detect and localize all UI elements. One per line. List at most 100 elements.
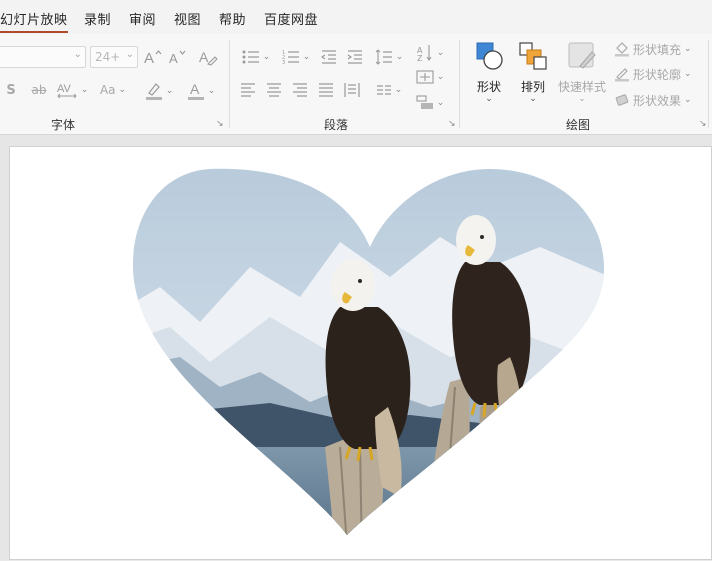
decrease-indent-icon	[321, 50, 336, 64]
justify-icon	[319, 83, 333, 97]
clear-formatting-icon: A	[199, 49, 218, 66]
convert-to-smartart-button[interactable]: ⌄	[414, 92, 446, 114]
shape-fill-button[interactable]: 形状填充 ⌄	[614, 40, 692, 58]
heart-shaped-eagle-picture[interactable]	[10, 147, 712, 561]
paragraph-group-label: 段落	[324, 118, 349, 132]
svg-text:A: A	[169, 51, 178, 66]
decrease-font-icon: A	[169, 50, 186, 66]
columns-button[interactable]: ⌄	[372, 80, 406, 100]
chevron-down-icon: ⌄	[302, 52, 311, 62]
chevron-down-icon: ⌄	[436, 98, 445, 108]
align-left-button[interactable]	[239, 80, 257, 100]
align-text-icon	[416, 70, 434, 84]
chevron-down-icon: ⌄	[436, 72, 445, 82]
chevron-down-icon: ⌄	[395, 52, 404, 62]
increase-font-size-button[interactable]: A	[143, 46, 163, 68]
increase-font-icon: A	[144, 50, 162, 66]
drawing-dialog-launcher-icon[interactable]: ↘	[699, 120, 707, 129]
character-spacing-button[interactable]: AV ⌄	[55, 80, 89, 100]
group-divider	[708, 40, 709, 128]
quick-styles-icon	[568, 42, 596, 69]
pen-outline-icon	[615, 68, 629, 82]
highlighter-icon	[145, 83, 162, 100]
distributed-icon	[344, 83, 360, 97]
chevron-down-icon: ⌄	[394, 85, 403, 95]
chevron-down-icon: ⌄	[165, 86, 174, 96]
highlight-color-button[interactable]: ⌄	[142, 80, 176, 102]
tab-help[interactable]: 帮助	[219, 9, 246, 28]
character-spacing-icon: AV	[57, 83, 77, 99]
justify-button[interactable]	[317, 80, 335, 100]
font-color-icon: A	[187, 81, 204, 100]
tab-review[interactable]: 审阅	[129, 9, 156, 28]
align-left-icon	[241, 83, 255, 97]
slide-canvas[interactable]	[9, 146, 712, 560]
group-divider	[459, 40, 460, 128]
font-group-label: 字体	[51, 118, 76, 132]
text-direction-button[interactable]: AZ ⌄	[414, 42, 446, 64]
shape-effects-button[interactable]: 形状效果 ⌄	[614, 91, 692, 109]
quick-styles-button[interactable]: 快速样式 ⌄	[554, 40, 610, 104]
chevron-down-icon: ⌄	[578, 94, 586, 104]
bullets-button[interactable]: ⌄	[239, 46, 273, 68]
chevron-down-icon: ⌄	[80, 85, 89, 95]
svg-text:AV: AV	[57, 83, 72, 95]
svg-text:A: A	[199, 49, 209, 65]
align-center-button[interactable]	[265, 80, 283, 100]
decrease-font-size-button[interactable]: A	[168, 46, 188, 68]
svg-text:A: A	[144, 50, 154, 66]
line-spacing-icon	[375, 49, 392, 65]
font-color-button[interactable]: A ⌄	[184, 80, 218, 102]
slide-editing-area	[0, 135, 712, 560]
font-name-combobox[interactable]: ⌄	[0, 46, 86, 68]
shapes-button[interactable]: 形状 ⌄	[466, 40, 512, 104]
decrease-indent-button[interactable]	[320, 46, 338, 68]
clear-formatting-button[interactable]: A	[197, 46, 219, 68]
chevron-down-icon: ⌄	[118, 85, 127, 95]
bulleted-list-icon	[242, 50, 259, 64]
change-case-icon: Aa	[99, 83, 116, 97]
line-spacing-button[interactable]: ⌄	[372, 46, 406, 68]
numbered-list-icon: 123	[282, 50, 299, 65]
tab-baidu-netdisk[interactable]: 百度网盘	[264, 9, 318, 28]
shape-outline-button[interactable]: 形状轮廓 ⌄	[614, 65, 692, 83]
text-direction-icon: AZ	[417, 45, 432, 62]
columns-icon	[376, 85, 391, 95]
tab-record[interactable]: 录制	[84, 9, 111, 28]
distributed-button[interactable]	[343, 80, 361, 100]
chevron-down-icon: ⌄	[684, 44, 692, 54]
text-shadow-icon: S	[6, 82, 16, 98]
font-size-combobox[interactable]: 24+ ⌄	[90, 46, 138, 68]
chevron-down-icon: ⌄	[262, 52, 271, 62]
increase-indent-icon	[347, 50, 362, 64]
chevron-down-icon: ⌄	[485, 94, 493, 104]
align-right-button[interactable]	[291, 80, 309, 100]
change-case-button[interactable]: Aa ⌄	[97, 80, 129, 100]
align-right-icon	[293, 83, 307, 97]
chevron-down-icon: ⌄	[529, 94, 537, 104]
increase-indent-button[interactable]	[346, 46, 364, 68]
chevron-down-icon: ⌄	[207, 86, 216, 96]
shapes-icon	[476, 42, 503, 70]
align-center-icon	[267, 83, 281, 97]
svg-text:Z: Z	[417, 54, 423, 62]
paragraph-dialog-launcher-icon[interactable]: ↘	[448, 120, 456, 129]
align-text-button[interactable]: ⌄	[414, 66, 446, 88]
arrange-icon	[519, 42, 547, 70]
drawing-group-label: 绘图	[566, 118, 591, 132]
strikethrough-button[interactable]: ab	[29, 80, 49, 100]
text-shadow-button[interactable]: S	[4, 80, 18, 100]
eagle-photo	[132, 168, 605, 535]
chevron-down-icon: ⌄	[684, 69, 692, 79]
ribbon-tab-bar: 幻灯片放映 录制 审阅 视图 帮助 百度网盘	[0, 0, 712, 34]
chevron-down-icon: ⌄	[125, 49, 134, 60]
smartart-icon	[416, 95, 433, 109]
numbering-button[interactable]: 123 ⌄	[279, 46, 313, 68]
chevron-down-icon: ⌄	[684, 95, 692, 105]
arrange-button[interactable]: 排列 ⌄	[510, 40, 556, 104]
tab-view[interactable]: 视图	[174, 9, 201, 28]
ribbon: ⌄ 24+ ⌄ A A A S ab AV ⌄ Aa ⌄ ⌄ A ⌄ 字体 ↘ …	[0, 34, 712, 135]
font-dialog-launcher-icon[interactable]: ↘	[216, 120, 224, 129]
tab-slideshow[interactable]: 幻灯片放映	[0, 9, 68, 33]
group-divider	[229, 40, 230, 128]
